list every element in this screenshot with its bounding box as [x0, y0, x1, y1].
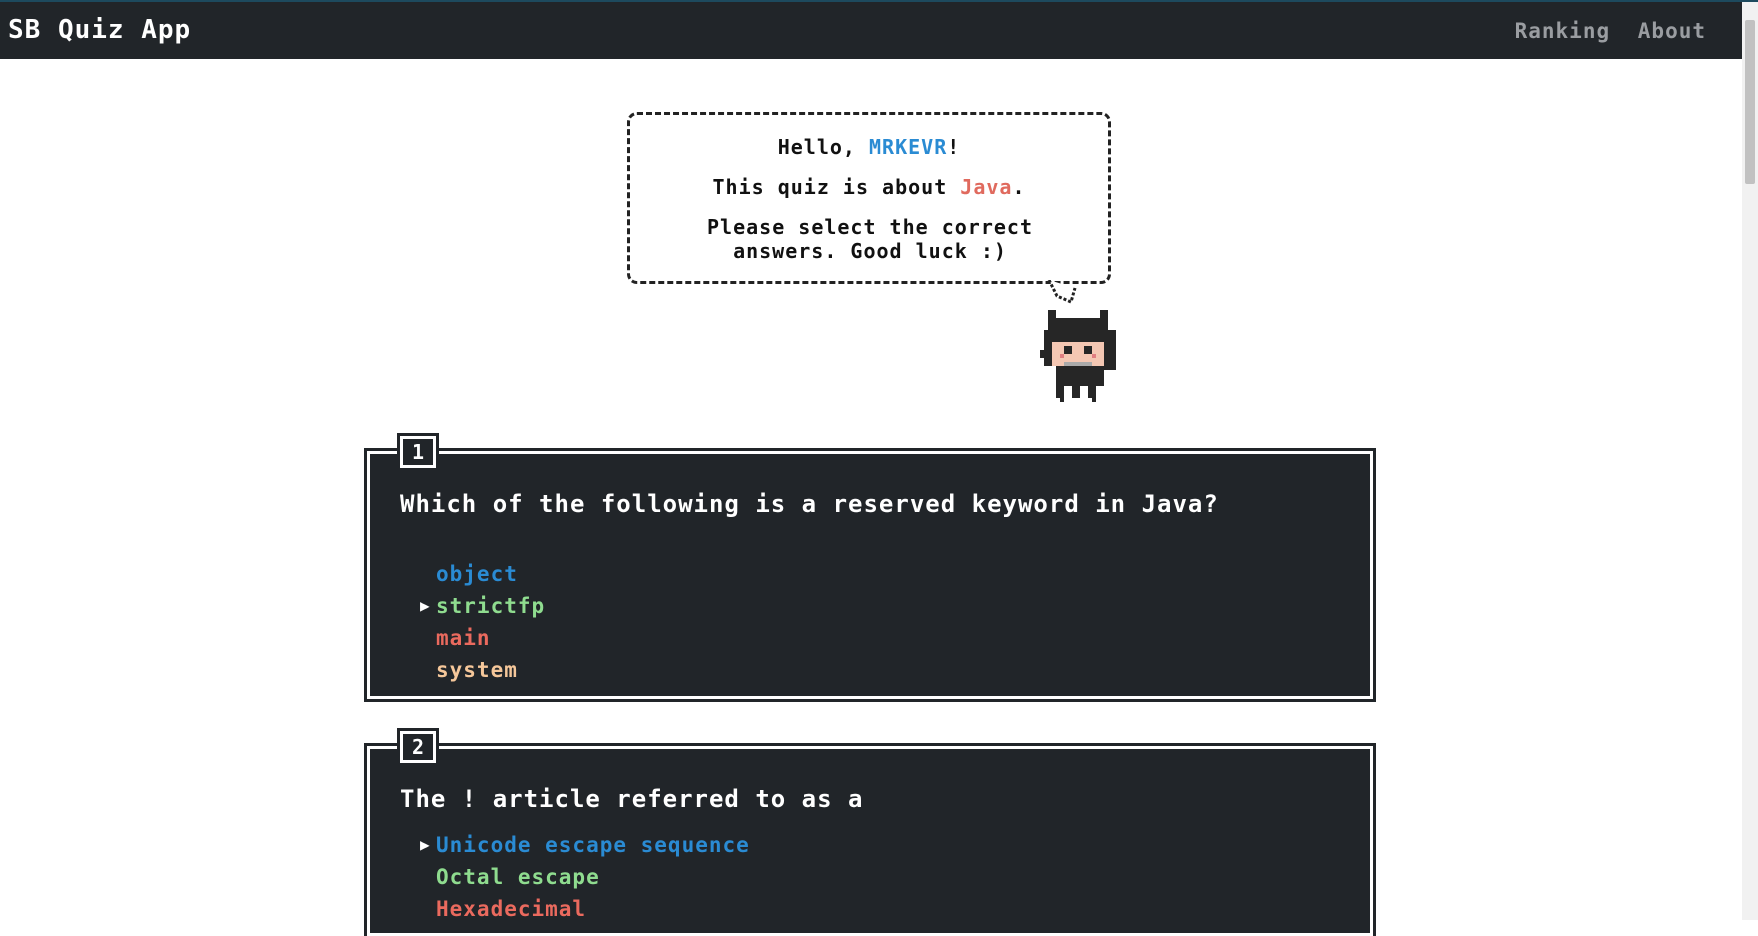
nav-link-about[interactable]: About	[1638, 19, 1706, 43]
question-card-2: 2 The ! article referred to as a ▶ Unicod…	[364, 728, 1376, 936]
greeting-bubble: Hello, MRKEVR! This quiz is about Java. …	[627, 112, 1111, 284]
brand-title[interactable]: SB Quiz App	[8, 15, 191, 45]
quiz-topic: Java	[960, 175, 1013, 199]
nav-links: Ranking About	[1501, 19, 1706, 43]
answer-option[interactable]: ▶ Unicode escape sequence	[420, 829, 750, 861]
answer-option[interactable]: system	[420, 654, 545, 686]
greeting-instructions: Please select the correct answers. Good …	[706, 215, 1034, 263]
answer-option[interactable]: main	[420, 622, 545, 654]
answer-list: ▶ Unicode escape sequence Octal escape He…	[420, 829, 750, 925]
question-text: The ! article referred to as a	[400, 785, 864, 813]
triangle-right-icon: ▶	[420, 835, 431, 854]
answer-list: object ▶ strictfp main system	[420, 558, 545, 686]
answer-option[interactable]: object	[420, 558, 545, 590]
answer-option[interactable]: ▶ strictfp	[420, 590, 545, 622]
bubble-tail-icon	[1047, 280, 1077, 305]
scrollbar[interactable]	[1742, 2, 1758, 920]
cat-mascot-icon	[1040, 310, 1116, 402]
question-card-1: 1 Which of the following is a reserved k…	[364, 433, 1376, 702]
answer-label: Unicode escape sequence	[436, 833, 750, 857]
answer-option[interactable]: Octal escape	[420, 861, 750, 893]
answer-label: main	[436, 626, 491, 650]
greeting-topic: This quiz is about Java.	[630, 175, 1108, 199]
answer-label: Octal escape	[436, 865, 600, 889]
greeting-hello: Hello, MRKEVR!	[630, 135, 1108, 159]
answer-option[interactable]: Hexadecimal	[420, 893, 750, 925]
answer-label: Hexadecimal	[436, 897, 587, 921]
question-number: 2	[397, 728, 439, 766]
answer-label: object	[436, 562, 518, 586]
triangle-right-icon: ▶	[420, 596, 431, 615]
nav-link-ranking[interactable]: Ranking	[1515, 19, 1611, 43]
topic-suffix: .	[1012, 175, 1026, 199]
hello-suffix: !	[947, 135, 961, 159]
hello-prefix: Hello,	[777, 135, 869, 159]
question-number: 1	[397, 433, 439, 471]
navbar: SB Quiz App Ranking About	[0, 2, 1742, 59]
answer-label: strictfp	[436, 594, 546, 618]
question-text: Which of the following is a reserved key…	[400, 490, 1219, 518]
scroll-thumb[interactable]	[1745, 20, 1755, 184]
username: MRKEVR	[869, 135, 948, 159]
topic-prefix: This quiz is about	[712, 175, 961, 199]
answer-label: system	[436, 658, 518, 682]
